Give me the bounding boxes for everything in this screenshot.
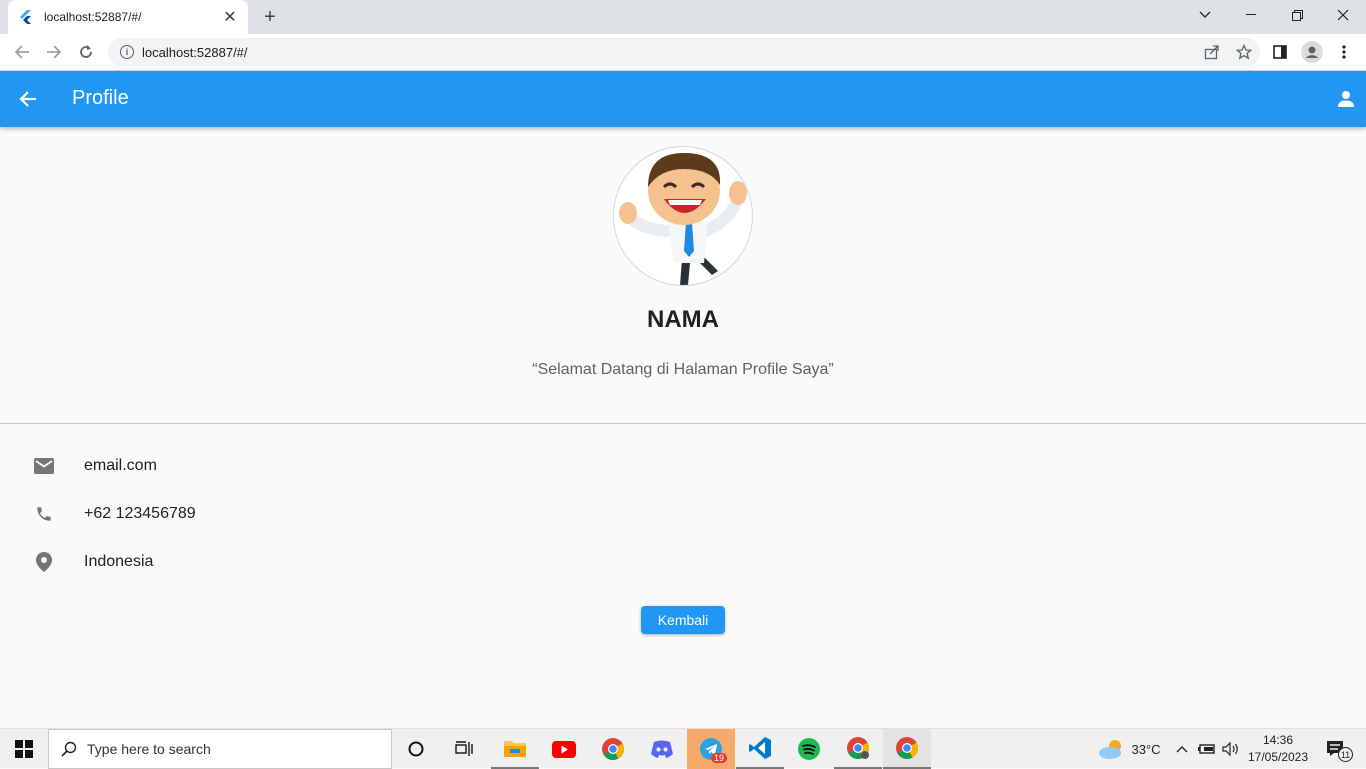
profile-name: NAMA — [647, 306, 719, 333]
clock[interactable]: 14:36 17/05/2023 — [1246, 729, 1310, 769]
taskbar-chrome[interactable] — [589, 729, 637, 769]
contact-email-text: email.com — [84, 457, 157, 474]
show-hidden-icons-button[interactable] — [1172, 729, 1192, 769]
battery-tray[interactable] — [1196, 729, 1218, 769]
arrow-left-icon — [14, 45, 29, 59]
taskbar-discord[interactable] — [638, 729, 686, 769]
taskbar-vscode[interactable] — [736, 729, 784, 769]
taskbar-youtube[interactable] — [540, 729, 588, 769]
task-view-button[interactable] — [440, 729, 488, 769]
tab-search-button[interactable] — [1182, 0, 1228, 30]
arrow-back-icon — [19, 91, 36, 107]
cartoon-businessman-image — [619, 153, 747, 285]
file-explorer-icon — [504, 741, 526, 757]
chrome-profile-icon — [847, 737, 869, 759]
forward-nav-button[interactable] — [40, 38, 68, 66]
kembali-button[interactable]: Kembali — [641, 606, 725, 634]
mail-icon — [32, 454, 56, 478]
avatar — [613, 146, 753, 286]
restore-icon — [1291, 9, 1303, 21]
more-vert-icon — [1342, 45, 1346, 59]
taskbar-chrome-profile[interactable] — [834, 729, 882, 769]
tab-title: localhost:52887/#/ — [44, 10, 142, 24]
share-icon[interactable] — [1196, 38, 1228, 66]
taskbar-telegram[interactable]: 19 — [687, 729, 735, 769]
address-bar[interactable]: i localhost:52887/#/ — [108, 38, 1260, 66]
search-placeholder: Type here to search — [87, 741, 211, 757]
new-tab-button[interactable]: + — [258, 6, 282, 28]
phone-icon — [32, 502, 56, 526]
browser-menu-button[interactable] — [1330, 38, 1358, 66]
side-panel-icon — [1273, 45, 1287, 59]
youtube-icon — [552, 740, 576, 758]
browser-tab-strip: localhost:52887/#/ ✕ + — [0, 0, 1366, 34]
contact-row-email[interactable]: email.com — [0, 442, 1366, 490]
taskbar-spotify[interactable] — [785, 729, 833, 769]
telegram-badge: 19 — [711, 753, 728, 763]
contact-row-phone[interactable]: +62 123456789 — [0, 490, 1366, 538]
vscode-icon — [749, 737, 771, 759]
weather-widget[interactable]: 33°C — [1094, 729, 1164, 769]
site-info-icon[interactable]: i — [120, 45, 134, 59]
battery-icon — [1198, 744, 1215, 754]
taskbar-file-explorer[interactable] — [491, 729, 539, 769]
person-icon — [1338, 91, 1354, 107]
taskbar: Type here to search 19 33°C 14:36 17/05/… — [0, 728, 1366, 769]
arrow-right-icon — [47, 45, 62, 59]
page-title: Profile — [72, 87, 129, 109]
app-bar: Profile — [0, 71, 1366, 127]
notification-count: 11 — [1338, 747, 1353, 762]
location-icon — [32, 550, 56, 574]
contact-phone-text: +62 123456789 — [84, 505, 196, 522]
profile-quote: “Selamat Datang di Halaman Profile Saya” — [532, 361, 834, 378]
reload-icon — [80, 45, 92, 58]
weather-cloud-icon — [1099, 740, 1122, 759]
back-nav-button[interactable] — [8, 38, 36, 66]
side-panel-button[interactable] — [1266, 38, 1294, 66]
close-window-button[interactable] — [1320, 0, 1366, 30]
close-tab-icon[interactable]: ✕ — [222, 9, 238, 26]
notification-center-button[interactable]: 11 — [1318, 729, 1354, 769]
chevron-down-icon — [1199, 11, 1211, 18]
volume-tray[interactable] — [1220, 729, 1242, 769]
chrome-active-icon — [896, 737, 918, 759]
chrome-icon — [602, 738, 624, 760]
chevron-up-icon — [1176, 746, 1188, 753]
back-button[interactable] — [14, 85, 42, 113]
cortana-icon — [408, 741, 424, 757]
contact-row-location[interactable]: Indonesia — [0, 538, 1366, 586]
volume-icon — [1222, 742, 1238, 756]
bookmark-star-icon[interactable] — [1228, 38, 1260, 66]
divider — [0, 423, 1366, 424]
taskbar-chrome-active[interactable] — [883, 729, 931, 769]
clock-date: 17/05/2023 — [1247, 750, 1309, 764]
taskbar-search-box[interactable]: Type here to search — [48, 729, 392, 769]
spotify-icon — [798, 738, 820, 760]
browser-tab[interactable]: localhost:52887/#/ ✕ — [8, 0, 248, 34]
browser-toolbar: i localhost:52887/#/ — [0, 34, 1366, 71]
url-text[interactable]: localhost:52887/#/ — [142, 45, 1196, 60]
account-circle-icon — [1301, 41, 1323, 63]
reload-button[interactable] — [72, 38, 100, 66]
temperature: 33°C — [1131, 741, 1161, 757]
flutter-favicon-icon — [18, 9, 34, 25]
search-icon — [61, 741, 77, 757]
windows-logo-icon — [15, 740, 33, 758]
discord-icon — [651, 740, 673, 758]
close-icon — [1337, 9, 1349, 21]
person-button[interactable] — [1332, 85, 1360, 113]
profile-button[interactable] — [1298, 38, 1326, 66]
task-view-icon — [455, 741, 473, 756]
restore-button[interactable] — [1274, 0, 1320, 30]
contact-location-text: Indonesia — [84, 553, 154, 570]
clock-time: 14:36 — [1262, 733, 1294, 747]
start-button[interactable] — [0, 729, 48, 769]
minimize-button[interactable] — [1228, 0, 1274, 30]
cortana-button[interactable] — [392, 729, 440, 769]
minimize-icon — [1246, 14, 1256, 15]
